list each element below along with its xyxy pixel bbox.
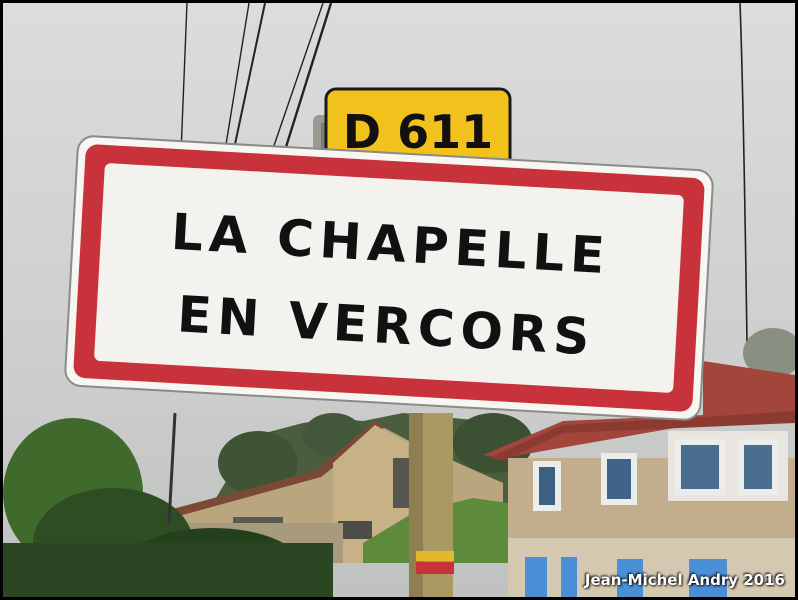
sign-post	[409, 413, 454, 597]
scene: D 611 LA CHAPELLE EN VERCORS	[3, 3, 795, 597]
photo-credit: Jean-Michel Andry 2016	[584, 571, 785, 589]
photo-frame: D 611 LA CHAPELLE EN VERCORS Jean-Michel…	[3, 3, 795, 597]
town-sign: LA CHAPELLE EN VERCORS	[64, 135, 714, 421]
